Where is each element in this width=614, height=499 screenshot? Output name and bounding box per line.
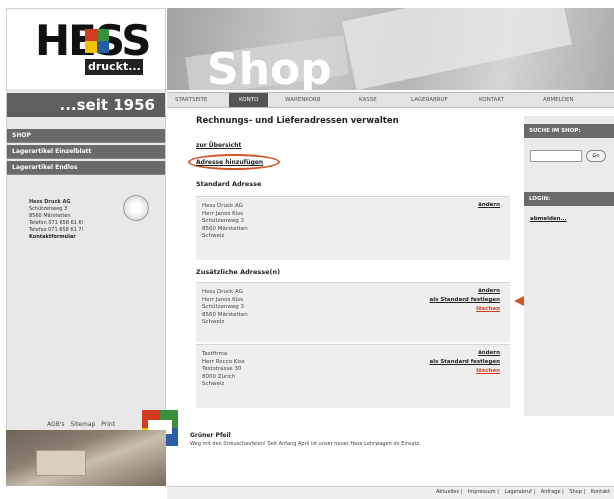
logo-color-square-icon [85,29,109,53]
overview-link[interactable]: zur Übersicht [196,142,241,149]
sitemap-link[interactable]: Sitemap [70,421,95,428]
additional-address-card: Testfirma Herr Rocco Kiss Teststrasse 30… [196,344,510,408]
footer-link-lagerabruf[interactable]: Lagerabruf [505,489,532,495]
main-content: Rechnungs- und Lieferadressen verwalten … [188,116,520,408]
delete-link[interactable]: löschen [430,367,500,376]
contact-company: Hess Druck AG [29,199,71,205]
additional-address-card: Hess Druck AG Herr Janos Kiss Schützenwe… [196,282,510,342]
logout-link[interactable]: abmelden... [530,216,567,222]
delete-link[interactable]: löschen [430,305,500,314]
main-heading: Rechnungs- und Lieferadressen verwalten [196,116,399,126]
contact-street: Schützenweg 3 [29,206,68,212]
add-address-button[interactable]: Adresse hinzufügen [196,159,263,166]
tab-lagerabruf[interactable]: LAGERABRUF [411,93,448,107]
edit-link[interactable]: ändern [430,349,500,358]
login-title: LOGIN: [524,192,614,206]
contact-block: Hess Druck AG Schützenweg 3 8560 Märstet… [29,199,149,241]
additional-addresses-title: Zusätzliche Adresse(n) [196,268,281,276]
sidebar-item-lagerartikel-endlos[interactable]: Lagerartikel Endlos [7,161,165,175]
tab-warenkorb[interactable]: WARENKORB [285,93,321,107]
search-title: SUCHE IM SHOP: [524,124,614,138]
footer-link-shop[interactable]: Shop [569,489,582,495]
news-text: Weg mit den Streuschaufelen! Seit Anfang… [190,441,421,447]
search-input[interactable] [530,150,582,162]
agb-link[interactable]: AGB's [47,421,65,428]
address-lines: Hess Druck AG Herr Janos Kiss Schützenwe… [202,203,248,239]
sidebar-item-lagerartikel-einzelblatt[interactable]: Lagerartikel Einzelblatt [7,145,165,159]
contact-fax: Telefax 071 658 61 7! [29,227,84,233]
edit-link[interactable]: ändern [478,201,500,210]
tab-startseite[interactable]: STARTSEITE [175,93,207,107]
header-banner: Shop [167,8,614,90]
print-link[interactable]: Print [101,421,115,428]
footer-link-kontakt[interactable]: Kontakt [591,489,610,495]
contact-form-link[interactable]: Kontaktformular [29,234,149,241]
address-lines: Testfirma Herr Rocco Kiss Teststrasse 30… [202,351,245,387]
tab-konto[interactable]: KONTO [229,93,269,107]
set-default-link[interactable]: als Standard festlegen [430,358,500,367]
contact-phone: Telefon 071 658 61 6! [29,220,84,226]
standard-address-card: Hess Druck AG Herr Janos Kiss Schützenwe… [196,196,510,260]
page-title: Shop [207,44,332,91]
footer-link-impressum[interactable]: Impressum [468,489,496,495]
standard-address-title: Standard Adresse [196,180,262,188]
contact-city: 8560 Märstetten [29,213,71,219]
search-button[interactable]: Go [586,150,606,162]
tab-abmelden[interactable]: ABMELDEN [543,93,574,107]
address-actions: ändern [478,201,500,210]
news-block: Grüner Pfeil Weg mit den Streuschaufelen… [190,432,520,448]
news-title: Grüner Pfeil [190,432,231,439]
top-navigation: STARTSEITE KONTO WARENKORB KASSE LAGERAB… [167,92,614,108]
news-photo [6,430,166,486]
address-actions: ändern als Standard festlegen löschen [430,349,500,376]
sidebar-item-shop[interactable]: SHOP [7,129,165,143]
address-lines: Hess Druck AG Herr Janos Kiss Schützenwe… [202,289,248,325]
logo[interactable]: HESS druckt... [7,9,165,89]
photo-box-shape [36,450,86,476]
right-column: SUCHE IM SHOP: Go LOGIN: abmelden... [524,116,614,416]
edit-link[interactable]: ändern [430,287,500,296]
since-banner: ...seit 1956 [7,93,165,117]
footer: Aktuelles | Impressum | Lagerabruf | Anf… [167,486,614,499]
tab-kasse[interactable]: KASSE [359,93,377,107]
left-footer-links: AGB's Sitemap Print [47,421,119,428]
set-default-link[interactable]: als Standard festlegen [430,296,500,305]
footer-links: Aktuelles | Impressum | Lagerabruf | Anf… [436,489,610,495]
footer-link-anfrage[interactable]: Anfrage [541,489,561,495]
footer-link-aktuelles[interactable]: Aktuelles [436,489,459,495]
tab-kontakt[interactable]: KONTAKT [479,93,504,107]
logo-tagline: druckt... [85,59,143,75]
address-actions: ändern als Standard festlegen löschen [430,287,500,314]
